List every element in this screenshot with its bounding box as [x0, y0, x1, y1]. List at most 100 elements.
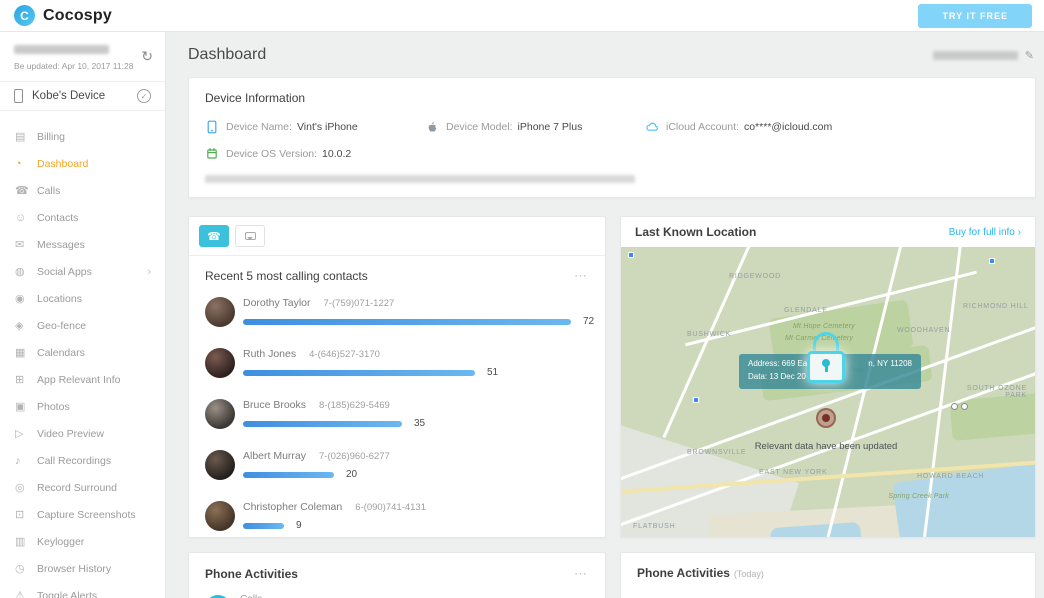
billing-icon: ▤ [15, 130, 37, 143]
chat-bubble-icon [245, 232, 256, 240]
sidebar-account: Be updated: Apr 10, 2017 11:28 ↻ [0, 32, 165, 82]
sidebar-item-messages[interactable]: ✉Messages [0, 231, 165, 258]
toggle-alerts-icon: ⚠ [15, 589, 37, 598]
avatar [205, 399, 235, 429]
photos-icon: ▣ [15, 400, 37, 413]
top-bar: C Cocospy TRY IT FREE [0, 0, 1044, 32]
field-device-name: Device Name: Vint's iPhone [205, 120, 425, 134]
map-label: FLATBUSH [633, 523, 675, 530]
account-email-blurred [933, 51, 1018, 60]
try-it-free-button[interactable]: TRY IT FREE [918, 4, 1032, 28]
sidebar-item-capture-screenshots[interactable]: ⊡Capture Screenshots [0, 501, 165, 528]
tab-messages[interactable] [235, 225, 265, 247]
sidebar-item-contacts[interactable]: ☺Contacts [0, 204, 165, 231]
street-view-icon [961, 403, 968, 410]
phone-activities-today-card: Phone Activities(Today) [620, 552, 1036, 598]
sidebar: Be updated: Apr 10, 2017 11:28 ↻ Kobe's … [0, 32, 166, 598]
avatar [205, 297, 235, 327]
map-label: HOWARD BEACH [917, 473, 984, 480]
keylogger-icon: ▥ [15, 535, 37, 548]
call-recordings-icon: ♪ [15, 455, 37, 467]
location-card-title: Last Known Location [635, 225, 756, 239]
cocospy-logo-icon: C [14, 5, 35, 26]
location-map[interactable]: RIDGEWOOD GLENDALE BUSHWICK Mt Hope Ceme… [621, 247, 1035, 537]
sidebar-item-record-surround[interactable]: ◎Record Surround [0, 474, 165, 501]
sidebar-item-calls[interactable]: ☎Calls [0, 177, 165, 204]
map-label: Spring Creek Park [887, 493, 949, 500]
video-preview-icon: ▷ [15, 427, 37, 440]
sidebar-item-photos[interactable]: ▣Photos [0, 393, 165, 420]
sidebar-item-toggle-alerts[interactable]: ⚠Toggle Alerts [0, 582, 165, 598]
smartphone-icon [205, 120, 219, 134]
sidebar-item-keylogger[interactable]: ▥Keylogger [0, 528, 165, 555]
geo-fence-icon: ◈ [15, 319, 37, 332]
sidebar-item-browser-history[interactable]: ◷Browser History [0, 555, 165, 582]
account-name-blurred [14, 45, 109, 54]
sidebar-item-dashboard[interactable]: ◔Dashboard [0, 150, 165, 177]
map-marker [693, 397, 699, 403]
contacts-list-title: Recent 5 most calling contacts [205, 269, 368, 283]
record-surround-icon: ◎ [15, 481, 37, 494]
avatar [205, 450, 235, 480]
map-label: BUSHWICK [687, 331, 731, 338]
contacts-card-tabs: ☎ [189, 217, 605, 256]
map-label: Mt Hope Cemetery [793, 323, 855, 330]
buy-full-info-link[interactable]: Buy for full info › [949, 227, 1021, 238]
locations-icon: ◉ [15, 292, 37, 305]
contact-row: Ruth Jones4-(646)527-3170 51 [189, 338, 605, 389]
refresh-icon[interactable]: ↻ [141, 48, 153, 65]
field-device-model: Device Model: iPhone 7 Plus [425, 120, 645, 134]
map-note: Relevant data have been updated [706, 441, 946, 452]
main-content: Dashboard ✎ Device Information Device Na… [166, 32, 1044, 598]
field-icloud-account: iCloud Account: co****@icloud.com [645, 120, 832, 134]
contact-row: Albert Murray7-(026)960-6277 20 [189, 440, 605, 491]
map-label: RICHMOND HILL [963, 303, 1029, 310]
last-updated-text: Be updated: Apr 10, 2017 11:28 [14, 61, 151, 71]
brand-name: Cocospy [43, 7, 112, 25]
sidebar-item-locations[interactable]: ◉Locations [0, 285, 165, 312]
activity-row-calls: ☎ Calls 156 [189, 590, 605, 598]
sidebar-nav: ▤Billing ◔Dashboard ☎Calls ☺Contacts ✉Me… [0, 111, 165, 598]
app-info-icon: ⊞ [15, 373, 37, 386]
contacts-list: Dorothy Taylor7-(759)071-1227 72 Ruth Jo… [189, 287, 605, 538]
phone-icon: ☎ [207, 230, 221, 243]
app-root: C Cocospy TRY IT FREE Be updated: Apr 10… [0, 0, 1044, 598]
sidebar-item-app-relevant-info[interactable]: ⊞App Relevant Info [0, 366, 165, 393]
edit-icon[interactable]: ✎ [1025, 49, 1034, 62]
sidebar-item-geo-fence[interactable]: ◈Geo-fence [0, 312, 165, 339]
call-count-bar [243, 472, 334, 478]
contact-row: Dorothy Taylor7-(759)071-1227 72 [189, 287, 605, 338]
map-marker [989, 258, 995, 264]
recent-contacts-card: ☎ Recent 5 most calling contacts ⋯ Dorot… [188, 216, 606, 538]
map-label: WOODHAVEN [897, 327, 950, 334]
sidebar-item-call-recordings[interactable]: ♪Call Recordings [0, 447, 165, 474]
call-count-bar [243, 370, 475, 376]
avatar [205, 501, 235, 531]
sidebar-item-video-preview[interactable]: ▷Video Preview [0, 420, 165, 447]
calendar-icon [205, 147, 219, 161]
device-info-title: Device Information [205, 91, 1019, 105]
more-menu-icon[interactable]: ⋯ [574, 268, 589, 284]
tab-calls[interactable]: ☎ [199, 225, 229, 247]
contacts-icon: ☺ [15, 212, 37, 224]
contact-row: Christopher Coleman6-(090)741-4131 9 [189, 491, 605, 538]
sidebar-item-social-apps[interactable]: ◍Social Apps› [0, 258, 165, 285]
messages-icon: ✉ [15, 238, 37, 251]
device-check-icon: ✓ [137, 89, 151, 103]
calls-icon: ☎ [15, 184, 37, 197]
map-label: SOUTH OZONE PARK [965, 385, 1027, 399]
field-os-version: Device OS Version: 10.0.2 [205, 147, 351, 161]
more-menu-icon[interactable]: ⋯ [574, 566, 589, 582]
chevron-right-icon: › [1018, 227, 1021, 238]
call-count-bar [243, 319, 571, 325]
sidebar-item-calendars[interactable]: ▦Calendars [0, 339, 165, 366]
phone-activities-card: Phone Activities ⋯ ☎ Calls 156 [188, 552, 606, 598]
avatar [205, 348, 235, 378]
sidebar-item-billing[interactable]: ▤Billing [0, 123, 165, 150]
map-label: RIDGEWOOD [729, 273, 781, 280]
capture-screenshots-icon: ⊡ [15, 508, 37, 521]
cloud-icon [645, 120, 659, 134]
device-info-note-blurred [205, 175, 635, 183]
device-selector[interactable]: Kobe's Device ✓ [0, 82, 165, 111]
map-label: EAST NEW YORK [759, 469, 828, 476]
